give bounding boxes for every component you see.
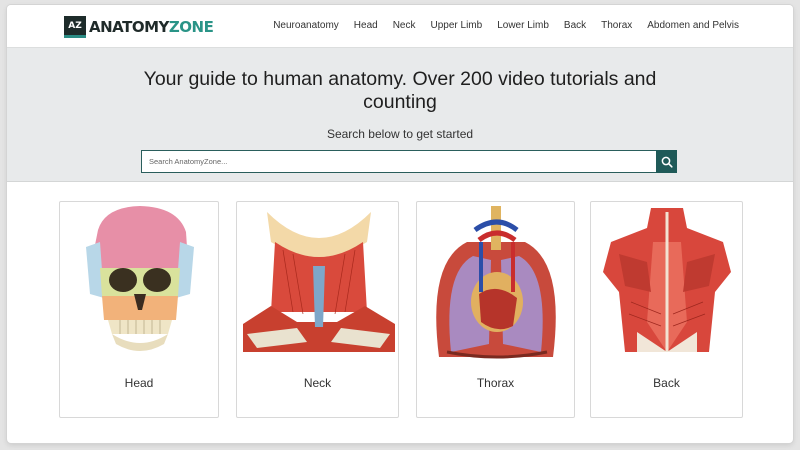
nav-item-back[interactable]: Back bbox=[564, 20, 586, 31]
logo-wordmark: ANATOMYZONE bbox=[89, 18, 214, 36]
nav-item-head[interactable]: Head bbox=[354, 20, 378, 31]
card-label-head: Head bbox=[124, 376, 154, 390]
region-card-thorax[interactable]: Thorax bbox=[416, 201, 575, 418]
nav-item-neck[interactable]: Neck bbox=[393, 20, 416, 31]
region-card-neck[interactable]: Neck bbox=[236, 201, 399, 418]
region-card-head[interactable]: Head bbox=[59, 201, 219, 418]
nav-item-upper-limb[interactable]: Upper Limb bbox=[431, 20, 483, 31]
back-illustration bbox=[603, 208, 731, 352]
logo-word-anatomy: ANATOMY bbox=[89, 18, 169, 36]
card-label-thorax: Thorax bbox=[476, 376, 515, 390]
logo-mark-icon: AZ bbox=[64, 16, 86, 38]
search-input[interactable] bbox=[141, 150, 656, 173]
hero-title: Your guide to human anatomy. Over 200 vi… bbox=[143, 68, 657, 113]
card-label-back: Back bbox=[653, 376, 680, 390]
neck-illustration bbox=[243, 212, 395, 352]
search-button[interactable] bbox=[656, 150, 677, 173]
nav-item-thorax[interactable]: Thorax bbox=[601, 20, 632, 31]
logo-mark-text: AZ bbox=[68, 20, 82, 31]
hero-section: Your guide to human anatomy. Over 200 vi… bbox=[7, 47, 793, 182]
region-card-back[interactable]: Back bbox=[590, 201, 743, 418]
browser-frame: AZ ANATOMYZONE Neuroanatomy Head Neck Up… bbox=[7, 5, 793, 443]
skull-illustration bbox=[86, 206, 194, 351]
site-header: AZ ANATOMYZONE Neuroanatomy Head Neck Up… bbox=[7, 5, 793, 47]
thorax-illustration bbox=[436, 206, 556, 359]
nav-item-neuroanatomy[interactable]: Neuroanatomy bbox=[273, 20, 339, 31]
search-icon bbox=[661, 156, 673, 168]
main-nav: Neuroanatomy Head Neck Upper Limb Lower … bbox=[273, 20, 739, 31]
logo-word-zone: ZONE bbox=[168, 18, 214, 36]
nav-item-lower-limb[interactable]: Lower Limb bbox=[497, 20, 549, 31]
hero-subtitle: Search below to get started bbox=[326, 127, 474, 141]
nav-item-abdomen-pelvis[interactable]: Abdomen and Pelvis bbox=[647, 20, 739, 31]
card-label-neck: Neck bbox=[303, 376, 332, 390]
site-logo[interactable]: AZ ANATOMYZONE bbox=[64, 16, 214, 38]
search-bar bbox=[141, 150, 677, 173]
